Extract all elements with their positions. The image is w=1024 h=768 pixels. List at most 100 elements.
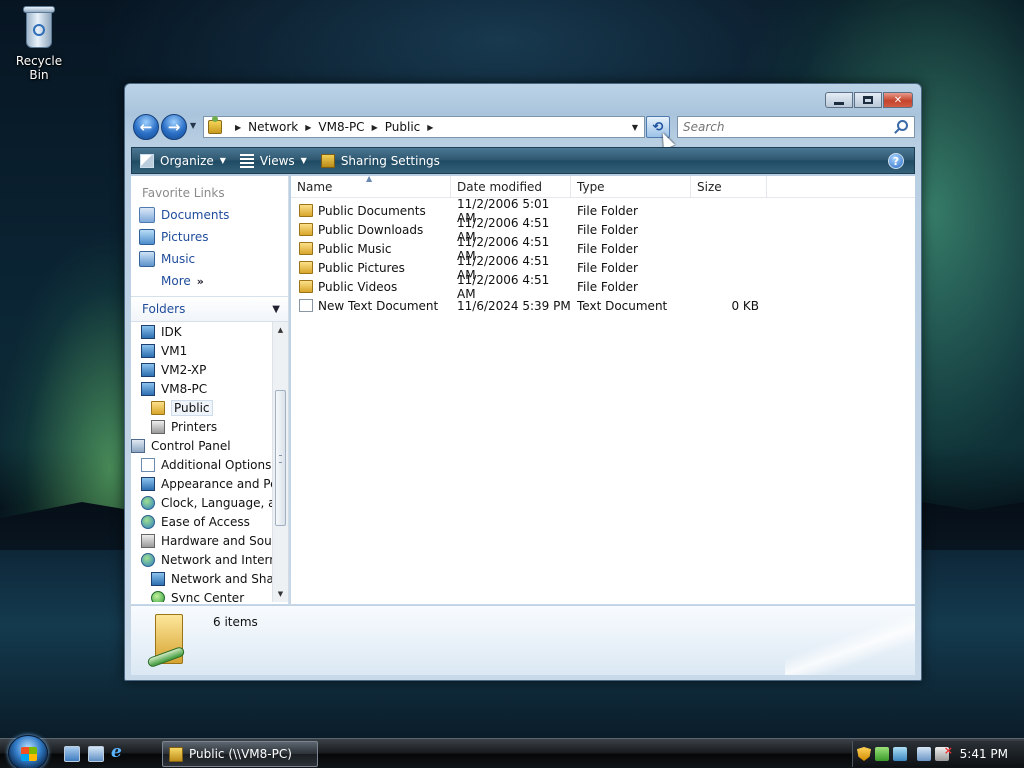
- network-status-icon[interactable]: [893, 747, 907, 761]
- column-header-type[interactable]: Type: [571, 176, 691, 197]
- file-row[interactable]: Public Pictures 11/2/2006 4:51 AM File F…: [291, 254, 915, 282]
- scroll-down-icon[interactable]: ▼: [273, 586, 288, 602]
- file-name: Public Pictures: [318, 260, 405, 275]
- back-arrow-icon: ←: [139, 118, 153, 136]
- column-header-label: Size: [697, 179, 722, 194]
- tree-item-hardware-sound[interactable]: Hardware and Sound: [131, 531, 288, 550]
- column-header-date-modified[interactable]: Date modified: [451, 176, 571, 197]
- help-icon: ?: [892, 154, 900, 168]
- folder-icon: [299, 223, 313, 236]
- views-label: Views: [259, 153, 295, 168]
- recycle-bin-desktop-icon[interactable]: Recycle Bin: [6, 4, 72, 82]
- breadcrumb-vm8-pc[interactable]: VM8-PC: [318, 120, 364, 134]
- tree-item-additional-options[interactable]: Additional Options: [131, 455, 288, 474]
- tree-item-label: VM1: [161, 343, 188, 358]
- tree-item-label: Hardware and Sound: [161, 533, 287, 548]
- file-row[interactable]: Public Documents 11/2/2006 5:01 AM File …: [291, 197, 915, 225]
- column-header-name[interactable]: ▲ Name: [291, 174, 451, 197]
- tree-item-vm2-xp[interactable]: VM2-XP: [131, 360, 288, 379]
- file-row[interactable]: New Text Document 11/6/2024 5:39 PM Text…: [291, 296, 915, 315]
- tree-item-public[interactable]: Public: [131, 398, 288, 417]
- close-icon: ✕: [893, 94, 903, 106]
- public-folder-icon: [208, 116, 222, 134]
- tree-item-network-sharing-center[interactable]: Network and Sharing Center: [131, 569, 288, 588]
- action-center-icon[interactable]: [875, 747, 889, 761]
- documents-icon: [139, 207, 155, 223]
- ease-access-icon: [141, 514, 155, 529]
- security-shield-icon[interactable]: [857, 747, 871, 761]
- clock[interactable]: 5:41 PM: [960, 747, 1008, 761]
- forward-arrow-icon: →: [167, 118, 181, 136]
- breadcrumb-separator-icon[interactable]: ▶: [427, 123, 433, 132]
- search-icon[interactable]: [897, 120, 908, 131]
- close-button[interactable]: ✕: [883, 92, 913, 108]
- more-links-button[interactable]: More »: [131, 270, 288, 292]
- details-pane: 6 items: [131, 605, 915, 675]
- volume-muted-icon[interactable]: [935, 744, 953, 761]
- taskbar-button-public[interactable]: Public (\\VM8-PC): [162, 741, 318, 767]
- file-row[interactable]: Public Videos 11/2/2006 4:51 AM File Fol…: [291, 273, 915, 301]
- network-connection-icon[interactable]: [917, 747, 931, 761]
- favorite-link-music[interactable]: Music: [131, 248, 288, 270]
- folder-tree-scrollbar[interactable]: ▲ ▼: [272, 322, 288, 602]
- tree-item-label: Sync Center: [171, 590, 245, 603]
- forward-button[interactable]: →: [161, 114, 187, 140]
- switch-windows-icon[interactable]: [88, 746, 104, 762]
- views-button[interactable]: Views ▼: [232, 148, 313, 173]
- recycle-bin-icon: [22, 4, 56, 50]
- file-type: File Folder: [577, 241, 638, 256]
- internet-explorer-icon[interactable]: e: [111, 742, 127, 762]
- tree-item-control-panel[interactable]: Control Panel: [131, 436, 288, 455]
- tree-item-printers[interactable]: Printers: [131, 417, 288, 436]
- favorite-link-documents[interactable]: Documents: [131, 204, 288, 226]
- breadcrumb-network[interactable]: Network: [248, 120, 298, 134]
- file-type: File Folder: [577, 279, 638, 294]
- sharing-settings-button[interactable]: Sharing Settings: [313, 148, 446, 173]
- start-button[interactable]: [8, 735, 48, 768]
- favorite-link-pictures[interactable]: Pictures: [131, 226, 288, 248]
- show-desktop-icon[interactable]: [64, 746, 80, 762]
- tree-item-idk[interactable]: IDK: [131, 322, 288, 341]
- minimize-button[interactable]: [825, 92, 853, 108]
- scroll-up-icon[interactable]: ▲: [273, 322, 288, 338]
- command-toolbar: Organize ▼ Views ▼ Sharing Settings ?: [131, 147, 915, 174]
- file-name: Public Documents: [318, 203, 426, 218]
- recent-pages-dropdown[interactable]: ▼: [190, 121, 196, 130]
- search-input[interactable]: [678, 120, 878, 134]
- file-row[interactable]: Public Downloads 11/2/2006 4:51 AM File …: [291, 216, 915, 244]
- address-dropdown-icon[interactable]: ▼: [632, 123, 638, 132]
- favorite-link-label: Documents: [161, 208, 230, 222]
- tree-item-network-internet[interactable]: Network and Internet: [131, 550, 288, 569]
- tree-item-label: Additional Options: [161, 457, 272, 472]
- column-header-size[interactable]: Size: [691, 176, 767, 197]
- breadcrumb-separator-icon[interactable]: ▶: [235, 123, 241, 132]
- organize-button[interactable]: Organize ▼: [132, 148, 232, 173]
- tree-item-appearance[interactable]: Appearance and Personalization: [131, 474, 288, 493]
- back-button[interactable]: ←: [133, 114, 159, 140]
- file-name: Public Downloads: [318, 222, 424, 237]
- navigation-bar: ← → ▼ ▶ Network ▶ VM8-PC ▶ Public ▶ ▼ ⟲: [133, 112, 915, 150]
- breadcrumb-separator-icon[interactable]: ▶: [372, 123, 378, 132]
- breadcrumb-separator-icon[interactable]: ▶: [305, 123, 311, 132]
- file-type: File Folder: [577, 222, 638, 237]
- network-icon: [151, 571, 165, 586]
- help-button[interactable]: ?: [888, 153, 904, 169]
- tree-item-vm1[interactable]: VM1: [131, 341, 288, 360]
- organize-icon: [140, 153, 154, 168]
- tree-item-clock-language[interactable]: Clock, Language, and Region: [131, 493, 288, 512]
- tree-item-vm8-pc[interactable]: VM8-PC: [131, 379, 288, 398]
- sharing-settings-icon: [320, 153, 335, 168]
- maximize-button[interactable]: [854, 92, 882, 108]
- tree-item-ease-of-access[interactable]: Ease of Access: [131, 512, 288, 531]
- file-row[interactable]: Public Music 11/2/2006 4:51 AM File Fold…: [291, 235, 915, 263]
- search-box[interactable]: [677, 116, 915, 138]
- tree-item-label: Public: [171, 399, 213, 416]
- computer-icon: [141, 343, 155, 358]
- tree-item-label: Control Panel: [151, 438, 231, 453]
- scrollbar-thumb[interactable]: [275, 390, 286, 526]
- file-size: 0 KB: [731, 298, 759, 313]
- breadcrumb-public[interactable]: Public: [385, 120, 421, 134]
- tree-item-sync-center[interactable]: Sync Center: [131, 588, 288, 602]
- address-bar[interactable]: ▶ Network ▶ VM8-PC ▶ Public ▶ ▼: [203, 116, 645, 138]
- folders-header[interactable]: Folders ▼: [131, 296, 288, 322]
